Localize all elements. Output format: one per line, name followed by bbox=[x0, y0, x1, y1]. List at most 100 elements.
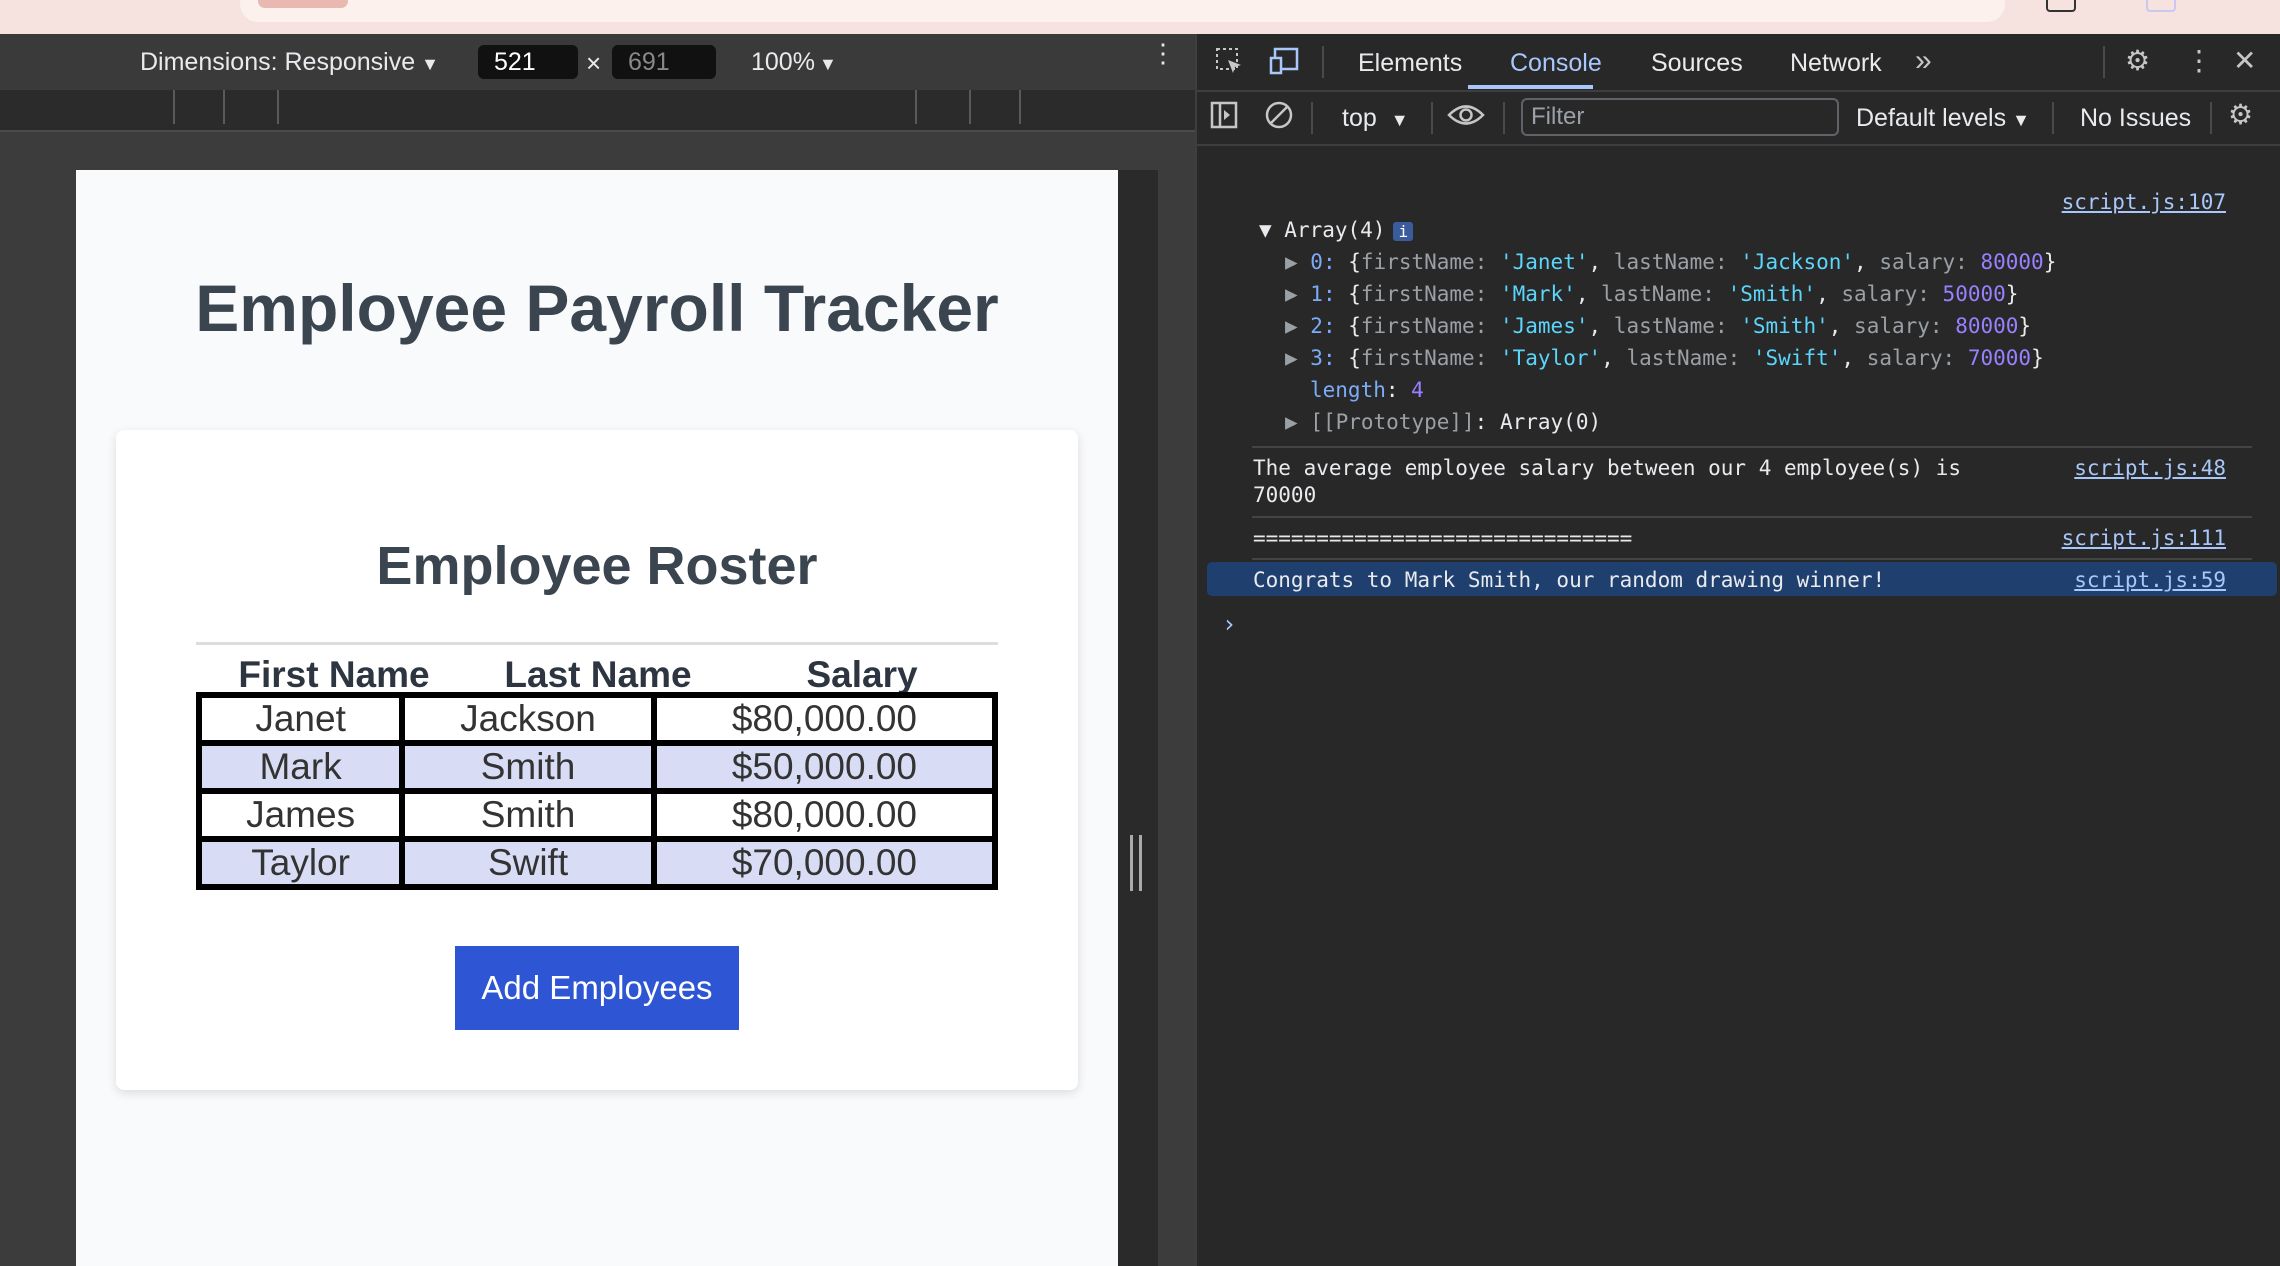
array-entry[interactable]: ▶ 0: {firstName: 'Janet', lastName: 'Jac… bbox=[1285, 250, 2056, 274]
source-link[interactable]: script.js:107 bbox=[2062, 190, 2226, 214]
ruler-tick bbox=[223, 90, 225, 124]
first-name-cell: Mark bbox=[202, 746, 400, 788]
sidebar-toggle-icon[interactable] bbox=[1209, 100, 1239, 137]
issues-counter[interactable]: No Issues bbox=[2080, 104, 2191, 133]
source-link[interactable]: script.js:59 bbox=[2074, 568, 2226, 592]
ruler-tick bbox=[969, 90, 971, 124]
dimensions-dropdown[interactable]: Dimensions: Responsive ▼ bbox=[140, 48, 439, 77]
caret-down-icon: ▼ bbox=[818, 54, 837, 74]
salary-cell: $70,000.00 bbox=[656, 842, 992, 884]
first-name-value: 'Taylor' bbox=[1499, 346, 1602, 370]
roster-card: Employee Roster First Name Last Name Sal… bbox=[116, 430, 1078, 1090]
length-value: 4 bbox=[1411, 378, 1424, 402]
prototype-key: [[Prototype]] bbox=[1310, 410, 1475, 434]
table-header: First Name Last Name Salary bbox=[196, 648, 998, 698]
tab-console[interactable]: Console bbox=[1510, 49, 1602, 78]
entry-index: 3 bbox=[1310, 346, 1323, 370]
table-row: Janet Jackson $80,000.00 bbox=[202, 698, 992, 740]
salary-value: 70000 bbox=[1967, 346, 2032, 370]
web-page: Employee Payroll Tracker Employee Roster… bbox=[76, 170, 1118, 1266]
height-input[interactable]: 691 bbox=[612, 45, 716, 79]
browser-chrome bbox=[0, 0, 2280, 34]
header-last-name: Last Name bbox=[504, 654, 692, 695]
array-entry[interactable]: ▶ 1: {firstName: 'Mark', lastName: 'Smit… bbox=[1285, 282, 2018, 306]
salary-cell: $50,000.00 bbox=[656, 746, 992, 788]
winner-message: Congrats to Mark Smith, our random drawi… bbox=[1253, 568, 1886, 592]
active-tab-indicator bbox=[1468, 85, 1593, 89]
first-name-cell: Taylor bbox=[202, 842, 400, 884]
array-group-header[interactable]: ▼ Array(4) i bbox=[1259, 218, 1414, 242]
inspect-element-icon[interactable] bbox=[1214, 46, 1244, 83]
divider bbox=[1503, 102, 1505, 134]
last-name-cell: Smith bbox=[405, 746, 651, 788]
console-toolbar: top ▼ Filter Default levels ▼ No Issues ⚙ bbox=[1197, 90, 2280, 146]
collapsed-triangle-icon: ▶ bbox=[1285, 314, 1311, 338]
more-options-icon[interactable]: ⋮ bbox=[2185, 44, 2213, 77]
table-row: James Smith $80,000.00 bbox=[202, 794, 992, 836]
caret-down-icon: ▼ bbox=[421, 54, 439, 74]
profile-icon[interactable] bbox=[2146, 0, 2176, 12]
page-title: Employee Payroll Tracker bbox=[195, 271, 999, 345]
log-levels-dropdown[interactable]: Default levels ▼ bbox=[1856, 104, 2030, 133]
collapsed-triangle-icon: ▶ bbox=[1285, 250, 1311, 274]
collapsed-triangle-icon: ▶ bbox=[1285, 282, 1311, 306]
salary-cell: $80,000.00 bbox=[656, 794, 992, 836]
source-link[interactable]: script.js:48 bbox=[2074, 456, 2226, 480]
console-settings-gear-icon[interactable]: ⚙ bbox=[2228, 98, 2253, 131]
length-key: length bbox=[1310, 378, 1386, 402]
dimensions-label: Dimensions: Responsive bbox=[140, 48, 416, 76]
first-name-value: 'Mark' bbox=[1499, 282, 1576, 306]
resize-handle[interactable] bbox=[1130, 835, 1142, 891]
array-prototype[interactable]: ▶ [[Prototype]]: Array(0) bbox=[1285, 410, 1601, 434]
entry-index: 1 bbox=[1310, 282, 1323, 306]
width-input[interactable]: 521 bbox=[478, 45, 578, 79]
divider bbox=[2052, 102, 2054, 134]
tab-sources[interactable]: Sources bbox=[1651, 49, 1743, 78]
salary-value: 50000 bbox=[1942, 282, 2006, 306]
message-divider bbox=[1252, 516, 2252, 518]
average-salary-value: 70000 bbox=[1253, 483, 1317, 507]
tab-network[interactable]: Network bbox=[1790, 49, 1882, 78]
settings-gear-icon[interactable]: ⚙ bbox=[2125, 44, 2150, 77]
device-toggle-icon[interactable] bbox=[1269, 46, 1303, 83]
array-entry[interactable]: ▶ 2: {firstName: 'James', lastName: 'Smi… bbox=[1285, 314, 2031, 338]
last-name-value: 'Smith' bbox=[1727, 282, 1817, 306]
separator-message: ============================== bbox=[1253, 526, 1633, 550]
devtools-panel: Elements Console Sources Network » ⚙ ⋮ ✕… bbox=[1195, 34, 2280, 1266]
header-first-name: First Name bbox=[238, 654, 430, 695]
divider bbox=[1311, 102, 1313, 134]
zoom-dropdown[interactable]: 100% ▼ bbox=[751, 48, 837, 77]
close-icon[interactable]: ✕ bbox=[2233, 44, 2256, 77]
more-tabs-icon[interactable]: » bbox=[1915, 44, 1932, 78]
more-options-icon[interactable]: ⋮ bbox=[1150, 40, 1176, 66]
live-expression-eye-icon[interactable] bbox=[1447, 100, 1485, 137]
last-name-value: 'Swift' bbox=[1752, 346, 1842, 370]
source-link[interactable]: script.js:111 bbox=[2062, 526, 2226, 550]
ruler-tick bbox=[915, 90, 917, 124]
devtools-tabbar: Elements Console Sources Network » ⚙ ⋮ ✕ bbox=[1197, 34, 2280, 92]
tab-elements[interactable]: Elements bbox=[1358, 49, 1462, 78]
context-dropdown[interactable]: top ▼ bbox=[1342, 104, 1409, 133]
first-name-cell: James bbox=[202, 794, 400, 836]
average-salary-message: The average employee salary between our … bbox=[1253, 456, 1962, 480]
console-filter-input[interactable]: Filter bbox=[1521, 98, 1839, 136]
address-bar[interactable] bbox=[240, 0, 2005, 22]
last-name-cell: Jackson bbox=[405, 698, 651, 740]
clear-console-icon[interactable] bbox=[1264, 100, 1294, 137]
array-length: length: 4 bbox=[1310, 378, 1424, 402]
media-query-ruler[interactable] bbox=[0, 90, 1195, 132]
ruler-tick bbox=[1019, 90, 1021, 124]
collapsed-triangle-icon: ▶ bbox=[1285, 346, 1311, 370]
array-entry[interactable]: ▶ 3: {firstName: 'Taylor', lastName: 'Sw… bbox=[1285, 346, 2044, 370]
caret-down-icon: ▼ bbox=[2012, 110, 2030, 130]
add-employees-button[interactable]: Add Employees bbox=[455, 946, 739, 1030]
log-levels-label: Default levels bbox=[1856, 104, 2007, 132]
salary-cell: $80,000.00 bbox=[656, 698, 992, 740]
extension-icon[interactable] bbox=[2046, 0, 2076, 12]
first-name-cell: Janet bbox=[202, 698, 400, 740]
caret-down-icon: ▼ bbox=[1390, 110, 1409, 130]
salary-value: 80000 bbox=[1980, 250, 2044, 274]
divider bbox=[1431, 102, 1433, 134]
expand-triangle-icon: ▼ bbox=[1259, 218, 1285, 242]
console-prompt-icon[interactable]: › bbox=[1222, 610, 1236, 638]
